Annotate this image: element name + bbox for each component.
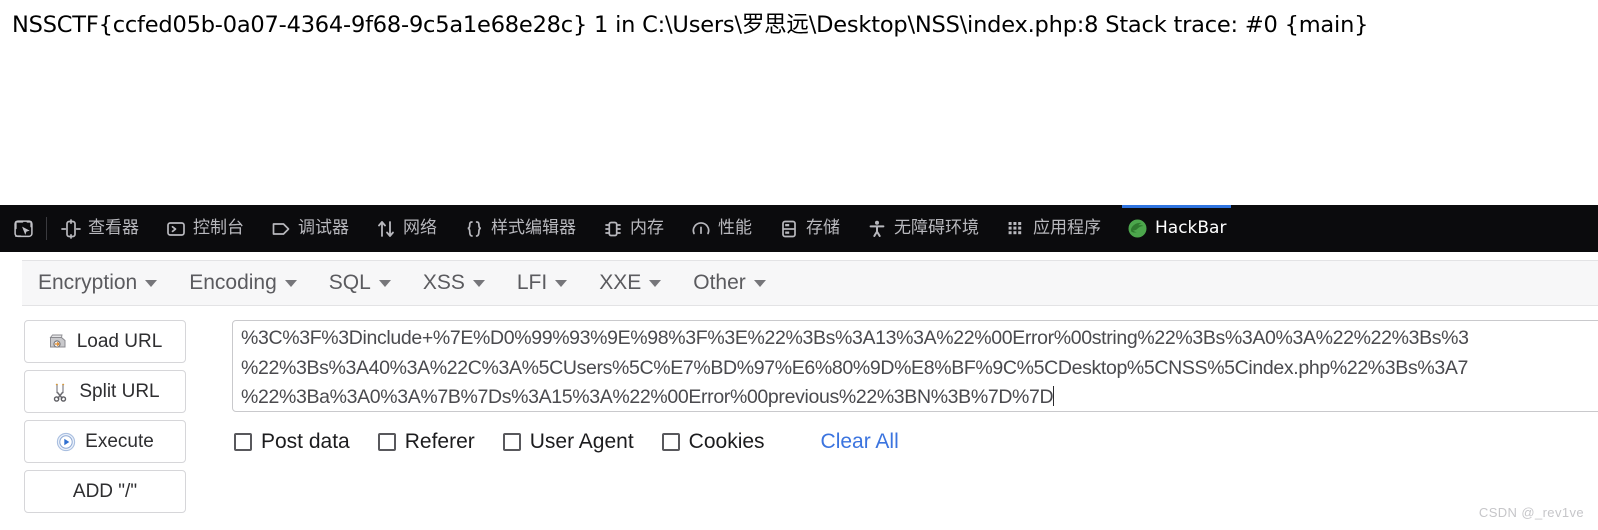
tab-hackbar[interactable]: HackBar (1114, 205, 1239, 252)
chevron-down-icon (555, 279, 568, 287)
application-grid-icon (1005, 218, 1026, 239)
button-label: ADD "/" (72, 480, 138, 502)
php-error-output: NSSCTF{ccfed05b-0a07-4364-9f68-9c5a1e68e… (12, 12, 1369, 38)
option-referer[interactable]: Referer (377, 430, 475, 454)
url-text-line: %3C%3F%3Dinclude+%7E%D0%99%93%9E%98%3F%3… (241, 327, 1469, 349)
tab-label: 网络 (403, 218, 437, 238)
devtools-toolbar: 查看器 控制台 调试器 网络 样式编辑器 内存 性能 存储 无障碍环境 应用程序… (0, 205, 1598, 252)
hackbar-action-buttons: Load URL Split URL Execute ADD "/" (24, 320, 186, 513)
style-editor-braces-icon (463, 218, 484, 239)
option-label: Cookies (688, 430, 765, 453)
tab-label: HackBar (1155, 218, 1227, 238)
hackbar-panel: Encryption Encoding SQL XSS LFI XXE Othe… (0, 252, 1598, 530)
chevron-down-icon (649, 279, 662, 287)
hackbar-options-row: Post data Referer User Agent Cookies Cle… (234, 430, 899, 454)
clear-all-link[interactable]: Clear All (821, 430, 899, 454)
button-label: Split URL (79, 380, 160, 402)
post-data-checkbox[interactable] (234, 433, 252, 451)
menu-xxe[interactable]: XXE (583, 271, 677, 295)
network-arrows-icon (375, 218, 396, 239)
tab-label: 控制台 (193, 218, 244, 238)
chevron-down-icon (472, 279, 485, 287)
tab-label: 调试器 (298, 218, 349, 238)
tab-memory[interactable]: 内存 (589, 205, 677, 252)
button-label: Load URL (76, 330, 163, 352)
chevron-down-icon (378, 279, 391, 287)
url-text-line: %22%3Bs%3A40%3A%22C%3A%5CUsers%5C%E7%BD%… (241, 356, 1468, 379)
tab-console[interactable]: 控制台 (152, 205, 257, 252)
memory-icon (602, 218, 623, 239)
element-picker-icon (13, 218, 34, 239)
user-agent-checkbox[interactable] (502, 433, 521, 451)
tab-application[interactable]: 应用程序 (992, 205, 1114, 252)
tab-label: 样式编辑器 (491, 218, 576, 238)
url-textarea[interactable]: %3C%3F%3Dinclude+%7E%D0%99%93%9E%98%3F%3… (232, 320, 1598, 412)
split-url-button[interactable]: Split URL (24, 370, 186, 413)
menu-lfi[interactable]: LFI (501, 271, 583, 295)
option-post-data[interactable]: Post data (234, 430, 350, 454)
option-label: Referer (404, 430, 475, 453)
hackbar-body: Load URL Split URL Execute ADD "/" %3C%3… (0, 314, 1598, 530)
chevron-down-icon (284, 279, 297, 287)
text-cursor (1053, 386, 1055, 406)
tab-debugger[interactable]: 调试器 (257, 205, 362, 252)
storage-icon (778, 218, 799, 239)
menu-xss[interactable]: XSS (407, 271, 501, 295)
menu-label: Other (693, 271, 746, 294)
devtools-tab-list: 查看器 控制台 调试器 网络 样式编辑器 内存 性能 存储 无障碍环境 应用程序… (47, 205, 1598, 252)
tab-storage[interactable]: 存储 (765, 205, 853, 252)
button-label: Execute (85, 430, 154, 452)
menu-encoding[interactable]: Encoding (173, 271, 313, 295)
referer-checkbox[interactable] (377, 433, 396, 451)
url-text-line-with-caret: %22%3Ba%3A0%3A%7B%7Ds%3A15%3A%22%00Error… (241, 383, 1598, 411)
load-url-icon (48, 332, 68, 352)
accessibility-person-icon (866, 218, 887, 239)
tab-label: 性能 (718, 218, 752, 238)
tab-label: 应用程序 (1033, 218, 1101, 238)
add-slash-button[interactable]: ADD "/" (24, 470, 186, 513)
browser-content-area: NSSCTF{ccfed05b-0a07-4364-9f68-9c5a1e68e… (0, 0, 1598, 205)
tab-accessibility[interactable]: 无障碍环境 (853, 205, 992, 252)
chevron-down-icon (753, 279, 766, 287)
cookies-checkbox[interactable] (661, 433, 680, 451)
tab-performance[interactable]: 性能 (677, 205, 765, 252)
console-icon (165, 218, 186, 239)
execute-button[interactable]: Execute (24, 420, 186, 463)
tab-label: 存储 (806, 218, 840, 238)
menu-label: XSS (422, 271, 465, 294)
option-label: Post data (261, 430, 350, 453)
menu-label: Encryption (38, 271, 138, 294)
tab-style-editor[interactable]: 样式编辑器 (450, 205, 589, 252)
menu-encryption[interactable]: Encryption (22, 271, 173, 295)
menu-sql[interactable]: SQL (313, 271, 407, 295)
hackbar-menubar: Encryption Encoding SQL XSS LFI XXE Othe… (22, 260, 1598, 306)
tab-label: 无障碍环境 (894, 218, 979, 238)
option-user-agent[interactable]: User Agent (502, 430, 634, 454)
element-picker-button[interactable] (0, 205, 46, 252)
inspector-icon (60, 218, 81, 239)
scissors-icon (50, 382, 70, 402)
tab-label: 查看器 (88, 218, 139, 238)
menu-label: Encoding (189, 271, 277, 294)
csdn-watermark: CSDN @_rev1ve (1478, 505, 1584, 520)
load-url-button[interactable]: Load URL (24, 320, 186, 363)
menu-label: XXE (599, 271, 642, 294)
menu-label: LFI (516, 271, 548, 294)
tab-network[interactable]: 网络 (362, 205, 450, 252)
tab-inspector[interactable]: 查看器 (47, 205, 152, 252)
debugger-icon (270, 218, 291, 239)
chevron-down-icon (145, 279, 158, 287)
url-text-line: %22%3Ba%3A0%3A%7B%7Ds%3A15%3A%22%00Error… (241, 386, 1054, 408)
option-label: User Agent (529, 430, 634, 453)
menu-other[interactable]: Other (677, 271, 782, 295)
play-icon (56, 432, 76, 452)
hackbar-main-column: %3C%3F%3Dinclude+%7E%D0%99%93%9E%98%3F%3… (232, 314, 1598, 530)
tab-label: 内存 (630, 218, 664, 238)
performance-gauge-icon (690, 218, 711, 239)
option-cookies[interactable]: Cookies (661, 430, 765, 454)
menu-label: SQL (328, 271, 371, 294)
hackbar-firefox-icon (1127, 218, 1148, 239)
